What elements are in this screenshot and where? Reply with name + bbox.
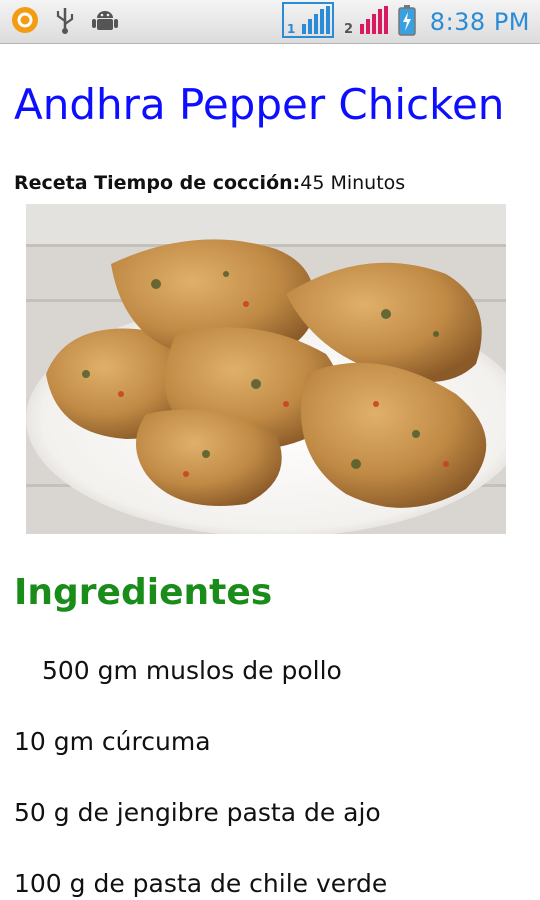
usb-icon	[54, 5, 76, 39]
battery-charging-icon	[398, 4, 416, 40]
cook-time-line: Receta Tiempo de cocción:45 Minutos	[14, 172, 405, 194]
status-bar: 1 2 8:38 PM	[0, 0, 540, 44]
ingredient-item: 500 gm muslos de pollo	[42, 656, 342, 685]
recipe-content: Andhra Pepper Chicken Receta Tiempo de c…	[0, 44, 540, 900]
recipe-image	[26, 204, 526, 537]
sim1-label: 1	[287, 22, 295, 36]
fried-chicken-photo	[26, 204, 526, 537]
signal-sim2-icon: 2	[340, 2, 392, 42]
notification-circle-icon	[10, 5, 40, 39]
status-bar-left	[10, 6, 120, 38]
ingredient-item: 50 g de jengibre pasta de ajo	[14, 798, 381, 827]
signal-sim1-icon: 1	[281, 2, 334, 42]
ingredients-heading: Ingredientes	[14, 572, 273, 613]
recipe-title: Andhra Pepper Chicken	[14, 80, 505, 129]
status-clock: 8:38 PM	[429, 8, 530, 36]
sim2-label: 2	[344, 22, 353, 37]
status-bar-right: 1 2 8:38 PM	[281, 2, 530, 42]
cook-time-label: Receta Tiempo de cocción:	[14, 172, 301, 194]
ingredient-item: 10 gm cúrcuma	[14, 727, 211, 756]
cook-time-value: 45 Minutos	[300, 172, 406, 194]
android-debug-icon	[90, 5, 120, 39]
ingredient-item: 100 g de pasta de chile verde	[14, 869, 388, 898]
